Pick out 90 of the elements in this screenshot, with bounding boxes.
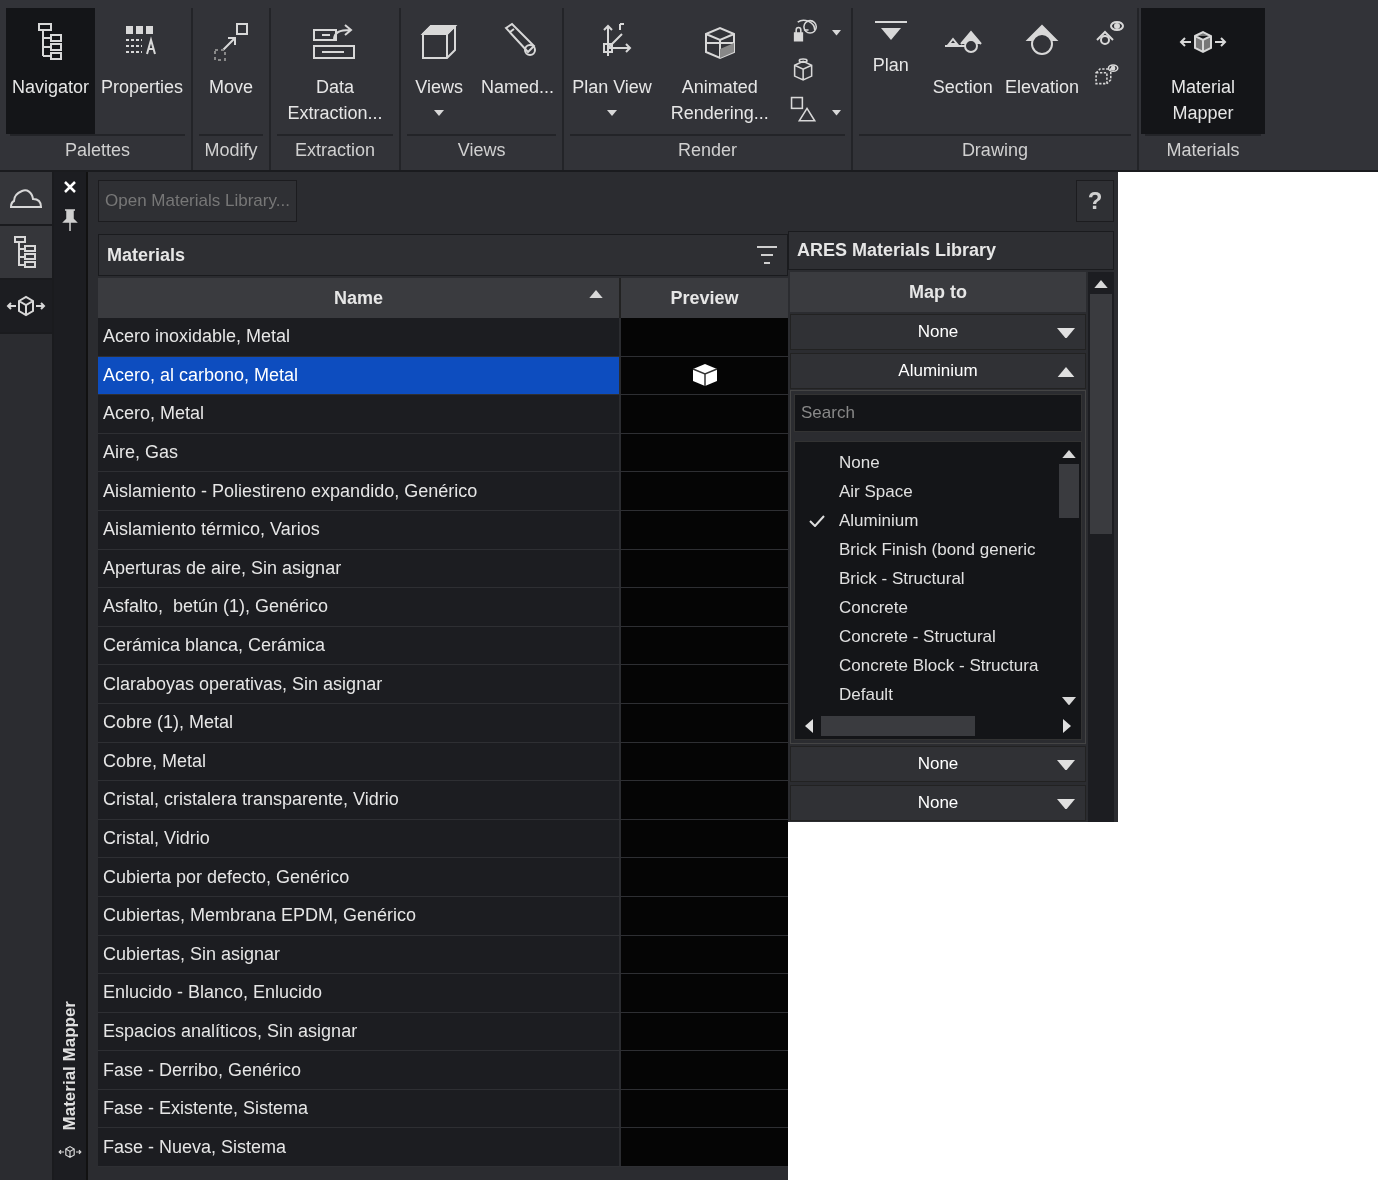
ribbon-button[interactable]: Plan View (566, 8, 658, 134)
material-name[interactable]: Cobre, Metal (98, 742, 621, 781)
scrollbar-thumb[interactable] (1059, 464, 1079, 519)
map-to-dropdown[interactable]: None (790, 784, 1086, 821)
material-name[interactable]: Aislamiento térmico, Varios (98, 510, 621, 549)
map-to-dropdown[interactable]: None (790, 313, 1086, 350)
caret-icon (1057, 759, 1075, 771)
caret-icon (607, 110, 617, 116)
sort-icon (589, 290, 603, 299)
plan-marker-icon (872, 20, 909, 42)
material-name[interactable]: Acero inoxidable, Metal (98, 318, 621, 356)
menu-icon[interactable] (755, 243, 779, 267)
dropdown-option[interactable]: None (795, 448, 1057, 477)
dropdown-option[interactable]: Default (795, 680, 1057, 709)
pin-button[interactable] (62, 208, 78, 232)
material-name[interactable]: Acero, Metal (98, 395, 621, 433)
caret-icon (831, 30, 841, 36)
help-button[interactable]: ? (1076, 180, 1114, 222)
material-name[interactable]: Acero, al carbono, Metal (98, 356, 621, 395)
dropdown-option[interactable]: Aluminium (795, 506, 1057, 535)
ribbon-button[interactable]: Views (403, 8, 476, 134)
panel-title: ARES Materials Library (797, 238, 997, 262)
column-header[interactable]: Map to (790, 272, 1086, 312)
scroll-down-icon (1062, 696, 1076, 705)
ribbon-button[interactable]: Data Extraction... (273, 8, 398, 134)
scroll-up-icon (1094, 280, 1108, 289)
material-name[interactable]: Aperturas de aire, Sin asignar (98, 549, 621, 588)
material-name[interactable]: Asfalto, betún (1), Genérico (98, 588, 621, 626)
material-name[interactable]: Fase - Derribo, Genérico (98, 1051, 621, 1089)
ribbon-button[interactable]: Animated Rendering... (657, 8, 782, 134)
dropdown-option[interactable]: Concrete (795, 593, 1057, 622)
column-header[interactable]: Name (98, 278, 621, 318)
group-label: Extraction (295, 139, 376, 162)
group-label: Drawing (961, 139, 1028, 162)
material-name[interactable]: Aislamiento - Poliestireno expandido, Genérico (98, 472, 621, 510)
material-name[interactable]: Cubiertas, Membrana EPDM, Genérico (98, 896, 621, 935)
material-name[interactable]: Cristal, Vidrio (98, 819, 621, 858)
ribbon-button[interactable]: Named... (475, 8, 561, 134)
ribbon-button[interactable]: Material Mapper (1140, 8, 1265, 134)
material-name[interactable]: Fase - Existente, Sistema (98, 1089, 621, 1128)
close-button[interactable] (63, 180, 77, 194)
group-label: Modify (204, 139, 258, 162)
group-label: Views (457, 139, 506, 162)
dropdown-option[interactable]: Brick Finish (bond generic (795, 535, 1057, 564)
scrollbar-thumb[interactable] (821, 716, 975, 736)
caret-icon (434, 110, 445, 116)
dropdown-option[interactable]: Brick - Structural (795, 564, 1057, 593)
material-name[interactable]: Fase - Nueva, Sistema (98, 1128, 621, 1167)
side-tab[interactable] (0, 172, 52, 226)
material-name[interactable]: Cristal, cristalera transparente, Vidrio (98, 781, 621, 819)
ribbon-button[interactable]: Section (926, 8, 999, 134)
marker-eye-icon (1094, 20, 1125, 46)
group-label: Materials (1166, 139, 1240, 162)
column-header[interactable]: Preview (621, 278, 788, 318)
panel-title: Materials (107, 243, 186, 267)
material-name[interactable]: Espacios analíticos, Sin asignar (98, 1012, 621, 1051)
group-label: Render (677, 139, 737, 162)
cube-arrows-icon (58, 1144, 82, 1160)
material-name[interactable]: Cerámica blanca, Cerámica (98, 626, 621, 665)
material-name[interactable]: Cobre (1), Metal (98, 703, 621, 742)
ribbon-button[interactable]: Navigator (6, 8, 96, 134)
material-name[interactable]: Claraboyas operativas, Sin asignar (98, 665, 621, 703)
scroll-up-icon (1062, 450, 1076, 459)
ribbon-button[interactable]: Properties (95, 8, 190, 134)
material-name[interactable]: Aire, Gas (98, 433, 621, 472)
side-tab[interactable] (0, 226, 52, 280)
material-name[interactable]: Enlucido - Blanco, Enlucido (98, 974, 621, 1012)
caret-icon (1057, 366, 1075, 378)
caret-icon (831, 110, 841, 116)
ribbon-button[interactable]: Move (195, 8, 268, 134)
caret-icon (1057, 327, 1075, 339)
ribbon-button[interactable]: Elevation (998, 8, 1085, 134)
ribbon-button[interactable]: Plan (854, 8, 927, 134)
scrollbar[interactable] (1088, 272, 1114, 822)
material-name[interactable]: Cubierta por defecto, Genérico (98, 858, 621, 896)
material-name[interactable]: Cubiertas, Sin asignar (98, 935, 621, 974)
dropdown-option[interactable]: Concrete Block - Structura (795, 651, 1057, 680)
search-field[interactable]: Search (794, 394, 1082, 432)
group-label: Palettes (65, 139, 131, 162)
cube-arrows-icon (6, 293, 46, 319)
scroll-left-icon (805, 719, 813, 733)
dropdown-option[interactable]: Air Space (795, 477, 1057, 506)
map-to-dropdown[interactable]: Aluminium (790, 352, 1086, 389)
caret-icon (1057, 798, 1075, 810)
dropdown-option[interactable]: Concrete - Structural (795, 622, 1057, 651)
side-tab[interactable] (0, 280, 52, 334)
scrollbar-thumb[interactable] (1090, 294, 1112, 535)
scroll-right-icon (1063, 719, 1071, 733)
palette-title: Material Mapper (59, 1000, 81, 1130)
map-to-dropdown[interactable]: None (790, 745, 1086, 782)
